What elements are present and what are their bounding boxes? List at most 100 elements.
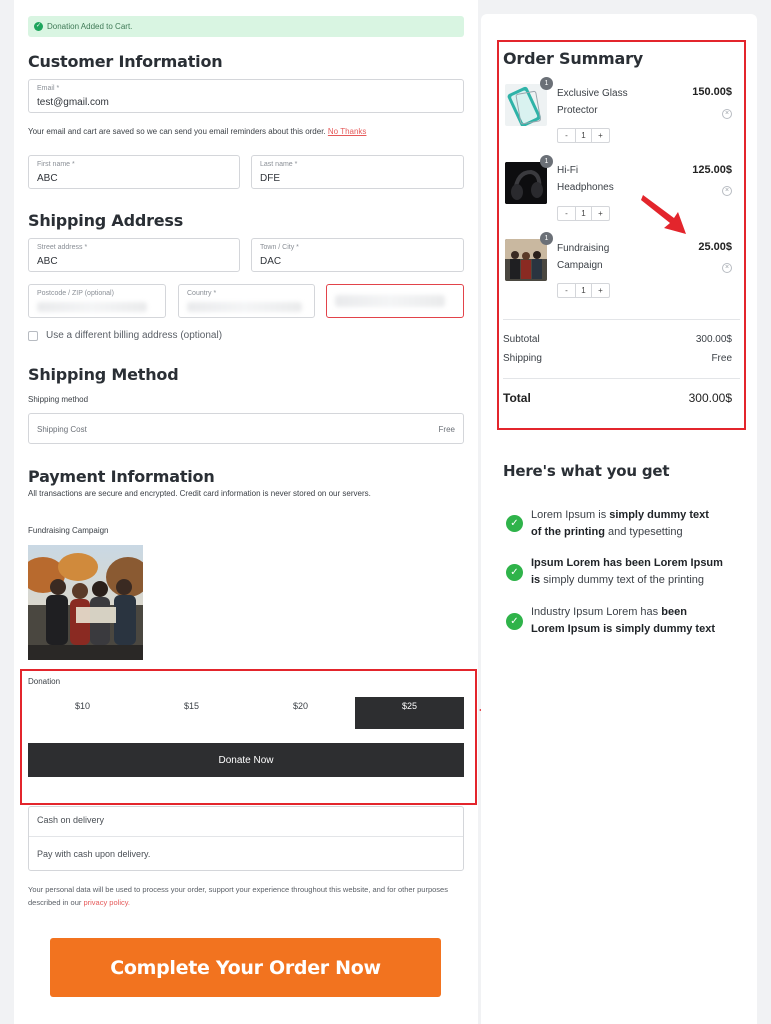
shipping-label: Shipping bbox=[503, 353, 542, 364]
check-icon: ✓ bbox=[506, 564, 523, 581]
benefit-bold: of the printing bbox=[531, 526, 605, 538]
check-circle-icon: ✓ bbox=[34, 22, 43, 31]
benefit-text: Lorem Ipsum is bbox=[531, 509, 610, 521]
town-label: Town / City * bbox=[260, 244, 299, 251]
shipping-method-title: Shipping Method bbox=[28, 365, 179, 384]
quantity-stepper[interactable]: - 1 + bbox=[557, 283, 610, 298]
check-icon: ✓ bbox=[506, 613, 523, 630]
first-name-field[interactable]: First name * ABC bbox=[28, 155, 240, 189]
postcode-field[interactable]: Postcode / ZIP (optional) bbox=[28, 284, 166, 318]
quantity-stepper[interactable]: - 1 + bbox=[557, 206, 610, 221]
street-value: ABC bbox=[37, 256, 58, 267]
shipping-cost-value: Free bbox=[438, 425, 455, 434]
decrement-button[interactable]: - bbox=[558, 207, 575, 220]
total-value: 300.00$ bbox=[688, 391, 732, 405]
town-value: DAC bbox=[260, 256, 282, 267]
item-price: 25.00$ bbox=[698, 241, 732, 253]
benefit-text: and typesetting bbox=[604, 526, 683, 538]
subtotal-label: Subtotal bbox=[503, 334, 540, 345]
privacy-policy-link[interactable]: privacy policy. bbox=[83, 898, 130, 907]
decrement-button[interactable]: - bbox=[558, 284, 575, 297]
quantity-value[interactable]: 1 bbox=[575, 207, 592, 220]
quantity-stepper[interactable]: - 1 + bbox=[557, 128, 610, 143]
state-field[interactable] bbox=[326, 284, 464, 318]
country-label: Country * bbox=[187, 290, 217, 297]
order-summary-title: Order Summary bbox=[503, 49, 644, 68]
decrement-button[interactable]: - bbox=[558, 129, 575, 142]
cod-description: Pay with cash upon delivery. bbox=[37, 849, 151, 859]
item-name: Hi-Fi Headphones bbox=[557, 162, 614, 196]
billing-address-checkbox[interactable] bbox=[28, 331, 38, 341]
shipping-cost-option[interactable]: Shipping Cost Free bbox=[28, 413, 464, 444]
donation-added-notice: ✓ Donation Added to Cart. bbox=[28, 16, 464, 37]
item-name: Exclusive Glass Protector bbox=[557, 85, 628, 119]
benefit-bold: Lorem Ipsum is simply dummy text bbox=[531, 623, 715, 635]
campaign-label: Fundraising Campaign bbox=[28, 526, 109, 535]
postcode-label: Postcode / ZIP (optional) bbox=[37, 290, 114, 297]
benefit-text: simply dummy text of the printing bbox=[540, 574, 705, 586]
increment-button[interactable]: + bbox=[592, 129, 609, 142]
checkout-form-panel: ✓ Donation Added to Cart. Customer Infor… bbox=[14, 0, 478, 1024]
blurred-value bbox=[37, 302, 147, 312]
item-name-line1: Fundraising bbox=[557, 243, 610, 254]
first-name-value: ABC bbox=[37, 173, 58, 184]
shipping-address-title: Shipping Address bbox=[28, 211, 184, 230]
payment-info-title: Payment Information bbox=[28, 467, 215, 486]
shipping-value: Free bbox=[711, 353, 732, 364]
last-name-value: DFE bbox=[260, 173, 280, 184]
quantity-value[interactable]: 1 bbox=[575, 129, 592, 142]
item-thumbnail bbox=[505, 84, 547, 126]
item-price: 150.00$ bbox=[692, 86, 732, 98]
street-label: Street address * bbox=[37, 244, 88, 251]
remove-item-icon[interactable]: × bbox=[722, 186, 732, 196]
benefit-item: Industry Ipsum Lorem has been Lorem Ipsu… bbox=[531, 604, 731, 638]
remove-item-icon[interactable]: × bbox=[722, 109, 732, 119]
remove-item-icon[interactable]: × bbox=[722, 263, 732, 273]
cash-on-delivery-option[interactable]: Cash on delivery Pay with cash upon deli… bbox=[28, 806, 464, 871]
shipping-method-subtitle: Shipping method bbox=[28, 395, 89, 404]
benefits-title: Here's what you get bbox=[503, 462, 670, 480]
last-name-field[interactable]: Last name * DFE bbox=[251, 155, 464, 189]
reminder-text: Your email and cart are saved so we can … bbox=[28, 127, 326, 136]
quantity-value[interactable]: 1 bbox=[575, 284, 592, 297]
item-name-line2: Headphones bbox=[557, 182, 614, 193]
last-name-label: Last name * bbox=[260, 161, 298, 168]
benefit-text: Industry Ipsum Lorem has bbox=[531, 606, 662, 618]
billing-checkbox-label: Use a different billing address (optiona… bbox=[46, 330, 223, 341]
item-name-line1: Exclusive Glass bbox=[557, 88, 628, 99]
blurred-value bbox=[187, 302, 302, 312]
privacy-notice: Your personal data will be used to proce… bbox=[28, 883, 458, 909]
item-price: 125.00$ bbox=[692, 164, 732, 176]
order-summary-box: Order Summary 1 Exclusive Glass Protecto… bbox=[497, 40, 746, 430]
email-value: test@gmail.com bbox=[37, 97, 109, 108]
item-name-line2: Campaign bbox=[557, 260, 603, 271]
quantity-badge: 1 bbox=[540, 232, 553, 245]
email-reminder-text: Your email and cart are saved so we can … bbox=[28, 127, 366, 136]
town-city-field[interactable]: Town / City * DAC bbox=[251, 238, 464, 272]
summary-divider bbox=[503, 319, 740, 320]
email-label: Email * bbox=[37, 85, 60, 92]
item-thumbnail bbox=[505, 162, 547, 204]
benefit-bold: Ipsum Lorem has been Lorem Ipsum bbox=[531, 557, 723, 569]
check-icon: ✓ bbox=[506, 515, 523, 532]
customer-info-title: Customer Information bbox=[28, 52, 223, 71]
item-thumbnail bbox=[505, 239, 547, 281]
no-thanks-link[interactable]: No Thanks bbox=[328, 127, 367, 136]
benefit-item: Lorem Ipsum is simply dummy text of the … bbox=[531, 507, 731, 541]
street-address-field[interactable]: Street address * ABC bbox=[28, 238, 240, 272]
benefit-bold: simply dummy text bbox=[609, 509, 709, 521]
email-field[interactable]: Email * test@gmail.com bbox=[28, 79, 464, 113]
increment-button[interactable]: + bbox=[592, 207, 609, 220]
complete-order-button[interactable]: Complete Your Order Now bbox=[50, 938, 441, 997]
total-label: Total bbox=[503, 391, 531, 405]
summary-divider bbox=[503, 378, 740, 379]
cod-divider bbox=[29, 836, 463, 837]
benefit-item: Ipsum Lorem has been Lorem Ipsum is simp… bbox=[531, 555, 731, 589]
campaign-image bbox=[28, 545, 143, 660]
item-name: Fundraising Campaign bbox=[557, 240, 609, 274]
subtotal-value: 300.00$ bbox=[695, 334, 732, 345]
increment-button[interactable]: + bbox=[592, 284, 609, 297]
quantity-badge: 1 bbox=[540, 155, 553, 168]
country-field[interactable]: Country * bbox=[178, 284, 315, 318]
donation-highlight-box bbox=[20, 669, 477, 805]
